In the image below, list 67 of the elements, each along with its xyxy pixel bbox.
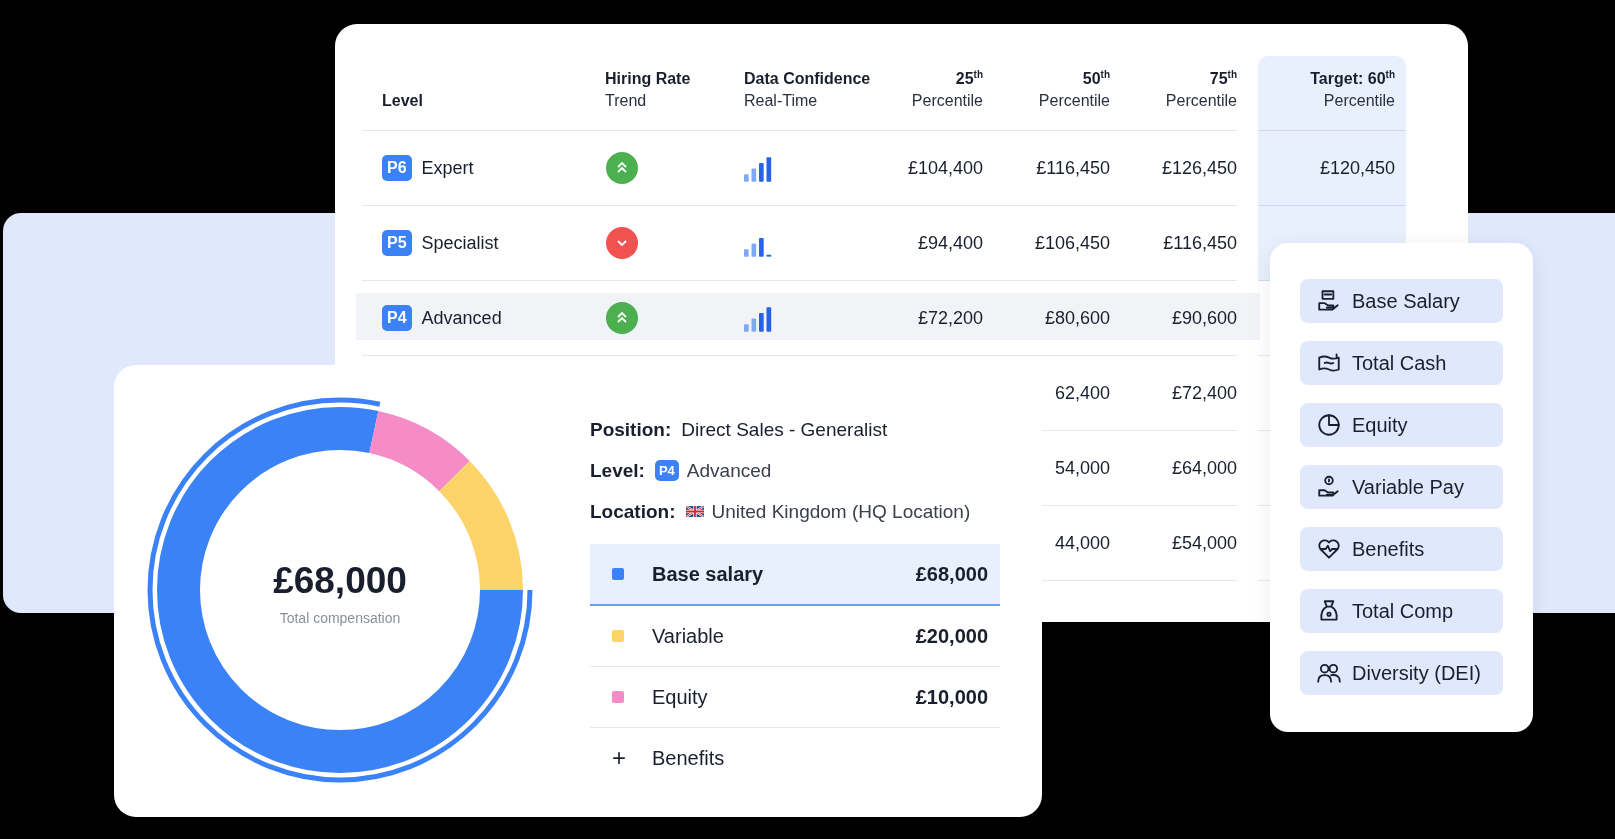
column-subheader: Percentile	[911, 92, 983, 110]
hand-document-icon	[1316, 288, 1342, 314]
column-header: Data Confidence	[744, 70, 872, 88]
hand-person-icon	[1316, 474, 1342, 500]
detail-label: Level:	[590, 459, 645, 482]
salary-value: £126,450	[1161, 157, 1237, 179]
salary-value: £80,600	[1044, 307, 1110, 329]
detail-label: Position:	[590, 418, 672, 441]
legend-label: Benefits	[652, 746, 726, 770]
total-value: £68,000	[273, 560, 407, 602]
menu-button[interactable]: Total Comp	[1300, 589, 1503, 633]
menu-button[interactable]: Diversity (DEI)	[1300, 651, 1503, 695]
target-column-cell: £120,450	[1258, 131, 1406, 206]
legend-row[interactable]: Variable £20,000	[590, 606, 1000, 667]
legend-row[interactable]: Base salary £68,000	[590, 544, 1000, 606]
legend-row[interactable]: Equity £10,000	[590, 667, 1000, 728]
legend-label: Variable	[652, 624, 725, 648]
menu-button[interactable]: Equity	[1300, 403, 1503, 447]
total-label: Total compensation	[279, 610, 401, 626]
level-badge: P5	[382, 230, 412, 256]
salary-value: £54,000	[1171, 532, 1237, 554]
plus-icon: +	[612, 746, 626, 770]
column-header: Target: 60$^{th}$	[1310, 68, 1395, 88]
pie-chart-icon	[1316, 412, 1342, 438]
legend-amount: £68,000	[915, 562, 988, 586]
legend-amount: £20,000	[915, 624, 988, 648]
menu-button[interactable]: Benefits	[1300, 527, 1503, 571]
detail-label: Location:	[590, 500, 676, 523]
salary-value: 44,000	[1054, 532, 1110, 554]
salary-value: £116,450	[1163, 232, 1237, 254]
column-header: 25$^{th}$	[955, 68, 983, 88]
flag-icon	[685, 506, 704, 517]
detail-value: United Kingdom (HQ Location)	[711, 500, 971, 523]
column-subheader: Percentile	[1323, 92, 1395, 110]
salary-value: £64,000	[1171, 457, 1237, 479]
column-header: 50$^{th}$	[1082, 68, 1110, 88]
salary-value: £72,400	[1171, 382, 1237, 404]
menu-button[interactable]: Variable Pay	[1300, 465, 1503, 509]
column-header: Level	[382, 92, 424, 110]
salary-value: 62,400	[1054, 382, 1110, 404]
legend-amount: £10,000	[915, 685, 988, 709]
level-badge: P4	[654, 460, 679, 481]
column-subheader: Trend	[605, 92, 648, 110]
column-subheader: Real-Time	[744, 92, 819, 110]
column-header: 75$^{th}$	[1209, 68, 1237, 88]
column-subheader: Percentile	[1038, 92, 1110, 110]
salary-value: 54,000	[1054, 457, 1110, 479]
salary-value: £90,600	[1171, 307, 1237, 329]
salary-value: £104,400	[907, 157, 983, 179]
level-badge: P4	[382, 305, 412, 331]
level-name: Advanced	[421, 307, 502, 329]
level-name: Specialist	[421, 232, 499, 254]
salary-value: £72,200	[917, 307, 983, 329]
legend-label: Base salary	[652, 562, 765, 586]
column-subheader: Percentile	[1165, 92, 1237, 110]
legend-row[interactable]: + Benefits	[590, 728, 1000, 788]
level-badge: P6	[382, 155, 412, 181]
legend-label: Equity	[652, 685, 709, 709]
detail-value: Advanced	[686, 459, 772, 482]
menu-button[interactable]: Total Cash	[1300, 341, 1503, 385]
salary-value: £94,400	[917, 232, 983, 254]
column-header: Hiring Rate	[605, 70, 692, 88]
level-name: Expert	[421, 157, 474, 179]
salary-value: £116,450	[1036, 157, 1110, 179]
menu-button[interactable]: Base Salary	[1300, 279, 1503, 323]
salary-value: £106,450	[1034, 232, 1110, 254]
detail-value: Direct Sales - Generalist	[681, 418, 888, 441]
